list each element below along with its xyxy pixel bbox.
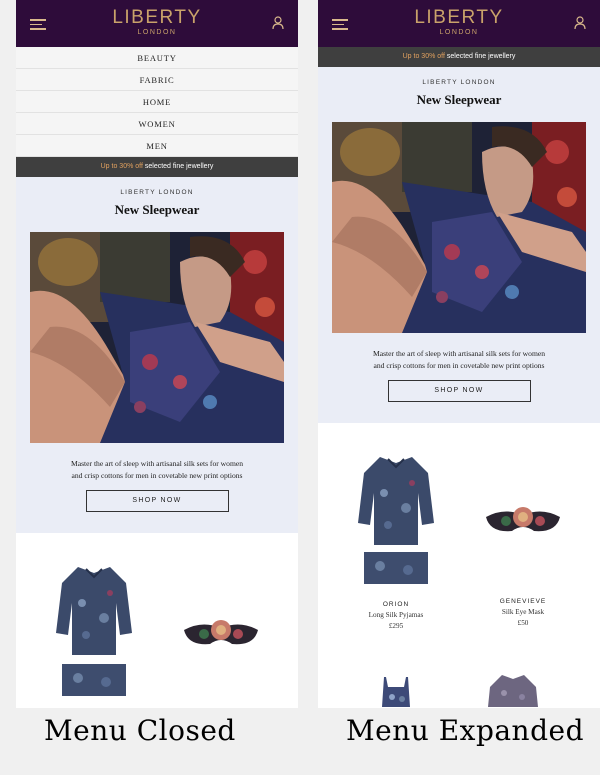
product-card-genevieve[interactable]: [182, 618, 260, 653]
site-header: LIBERTY LONDON: [16, 0, 298, 47]
product-card-shirt[interactable]: [488, 675, 538, 708]
site-header: LIBERTY LONDON: [318, 0, 600, 47]
product-name: ORION: [382, 601, 410, 608]
account-icon[interactable]: [272, 16, 284, 30]
product-card-genevieve[interactable]: GENEVIEVE Silk Eye Mask £50: [483, 453, 563, 627]
site-logo[interactable]: LIBERTY LONDON: [16, 8, 298, 37]
hero-brand: LIBERTY LONDON: [422, 79, 496, 86]
product-card-orion[interactable]: [56, 563, 132, 701]
product-card-camisole[interactable]: [378, 677, 414, 708]
menu-item-fabric[interactable]: FABRIC: [16, 69, 298, 91]
logo-subtitle: LONDON: [439, 29, 479, 36]
hero-description-line1: Master the art of sleep with artisanal s…: [70, 459, 244, 468]
eye-mask-image[interactable]: [484, 505, 562, 535]
account-icon[interactable]: [574, 16, 586, 30]
promo-text: selected fine jewellery: [444, 53, 516, 60]
pyjama-shirt-image[interactable]: [56, 563, 132, 655]
hero-headline: New Sleepwear: [416, 92, 502, 107]
hero-photo[interactable]: [332, 122, 586, 333]
product-price: £50: [517, 619, 529, 627]
hero-description: Master the art of sleep with artisanal s…: [16, 458, 298, 482]
pyjama-shirt-image[interactable]: [358, 453, 434, 545]
menu-item-women[interactable]: WOMEN: [16, 113, 298, 135]
hero-description-line2: and crisp cottons for men in covetable n…: [373, 361, 545, 370]
hero-description-line1: Master the art of sleep with artisanal s…: [372, 349, 546, 358]
product-description: Silk Eye Mask: [501, 608, 545, 616]
hero-photo[interactable]: [30, 232, 284, 443]
hero-section: LIBERTY LONDON New Sleepwear Master the …: [318, 67, 600, 423]
camisole-image[interactable]: [378, 677, 414, 707]
caption-menu-expanded: Menu Expanded: [346, 714, 585, 747]
caption-menu-closed: Menu Closed: [44, 714, 236, 747]
menu-item-men[interactable]: MEN: [16, 135, 298, 157]
hero-description: Master the art of sleep with artisanal s…: [318, 348, 600, 372]
product-grid: [16, 533, 298, 708]
promo-highlight: Up to 30% off: [402, 53, 445, 60]
eye-mask-image[interactable]: [182, 618, 260, 648]
shop-now-button[interactable]: SHOP NOW: [387, 380, 531, 402]
hero-description-line2: and crisp cottons for men in covetable n…: [71, 471, 243, 480]
shop-now-button[interactable]: SHOP NOW: [85, 490, 229, 512]
product-card-orion[interactable]: ORION Long Silk Pyjamas £295: [356, 453, 436, 630]
product-description: Long Silk Pyjamas: [368, 611, 424, 619]
nav-menu: BEAUTY FABRIC HOME WOMEN MEN: [16, 47, 298, 157]
promo-banner[interactable]: Up to 30% off selected fine jewellery: [16, 157, 298, 177]
promo-text: selected fine jewellery: [142, 163, 214, 170]
product-price: £295: [388, 622, 404, 630]
promo-highlight: Up to 30% off: [100, 163, 143, 170]
hero-section: LIBERTY LONDON New Sleepwear Master the …: [16, 177, 298, 533]
pyjama-trousers-image[interactable]: [62, 664, 126, 696]
hero-brand: LIBERTY LONDON: [120, 189, 194, 196]
phone-screen-right: LIBERTY LONDON Up to 30% off selected fi…: [318, 0, 600, 708]
logo-wordmark: LIBERTY: [112, 7, 202, 28]
promo-banner[interactable]: Up to 30% off selected fine jewellery: [318, 47, 600, 67]
menu-item-home[interactable]: HOME: [16, 91, 298, 113]
shirt-image[interactable]: [488, 675, 538, 707]
phone-screen-left: LIBERTY LONDON BEAUTY FABRIC HOME WOMEN …: [16, 0, 298, 708]
pyjama-trousers-image[interactable]: [364, 552, 428, 584]
menu-item-beauty[interactable]: BEAUTY: [16, 47, 298, 69]
hero-headline: New Sleepwear: [114, 202, 200, 217]
logo-subtitle: LONDON: [137, 29, 177, 36]
product-name: GENEVIEVE: [499, 598, 547, 605]
logo-wordmark: LIBERTY: [414, 7, 504, 28]
product-grid: ORION Long Silk Pyjamas £295 GENEVIEVE S…: [318, 423, 600, 708]
site-logo[interactable]: LIBERTY LONDON: [318, 8, 600, 37]
